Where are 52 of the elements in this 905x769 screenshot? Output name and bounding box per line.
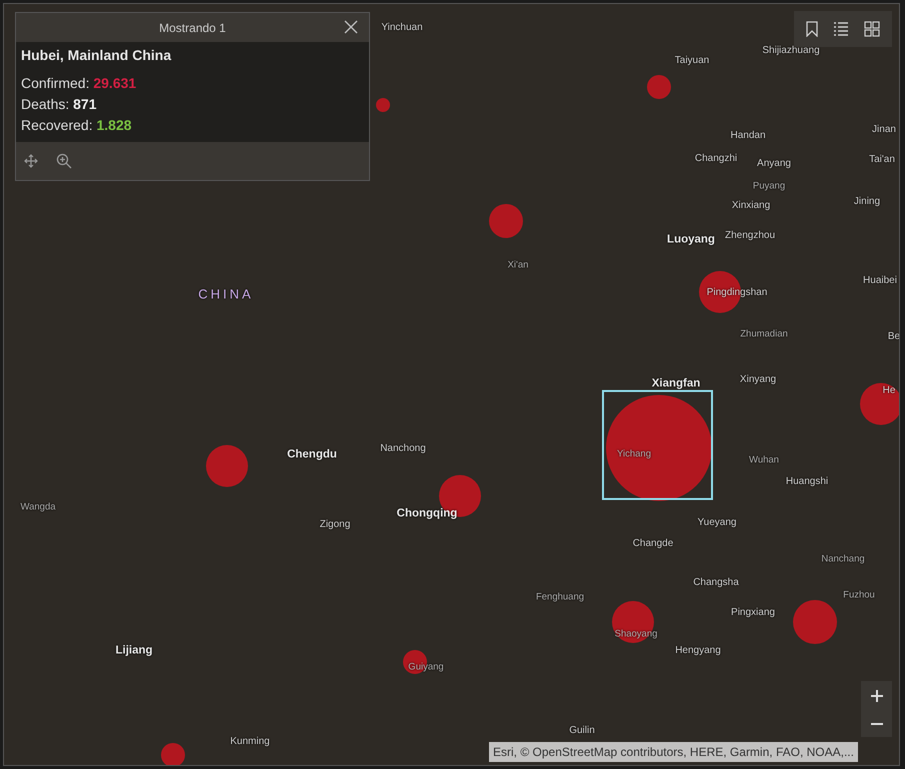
attribution-text: Esri, © OpenStreetMap contributors, HERE, Garmin, FAO, NOAA,... [489, 742, 858, 762]
field-row-text: Deaths: 871 [21, 95, 98, 114]
city-label: Changsha [693, 578, 739, 588]
city-label: Nanchang [821, 554, 865, 564]
bookmark-icon[interactable] [806, 21, 818, 37]
city-label: Xinyang [740, 375, 776, 385]
city-label: Kunming [230, 737, 270, 747]
city-label: Pingxiang [731, 608, 775, 618]
city-label: Zhumadian [740, 329, 788, 339]
field-row-text: Recovered: 1.828 [21, 116, 133, 135]
city-label: Xi'an [508, 260, 528, 270]
city-label: Guilin [569, 726, 595, 736]
city-label: Yueyang [698, 518, 736, 528]
city-label: Chengdu [287, 449, 337, 461]
city-label: Hengyang [675, 646, 721, 656]
map-background[interactable] [3, 3, 900, 766]
city-label: Lijiang [115, 645, 153, 657]
city-label: Yinchuan [381, 23, 423, 33]
city-label: Shijiazhuang [762, 46, 820, 56]
city-label: Huangshi [786, 477, 828, 487]
city-label: Guiyang [408, 662, 444, 672]
city-label: Wangda [20, 502, 56, 512]
zoom-in-icon[interactable] [56, 153, 72, 169]
popup-title: Hubei, Mainland China [21, 46, 172, 65]
country-label: CHINA [198, 288, 254, 300]
city-label: Wuhan [749, 455, 779, 465]
city-label: Zhengzhou [724, 231, 776, 241]
city-label: He [882, 386, 896, 396]
city-label: Luoyang [667, 234, 715, 246]
city-label: Xinxiang [732, 201, 770, 211]
basemap-grid-icon[interactable] [864, 21, 880, 37]
city-label: Fenghuang [536, 592, 584, 602]
city-label: Jinan [872, 125, 896, 135]
city-label: Nanchong [380, 444, 426, 454]
city-label: Yichang [617, 449, 651, 459]
list-icon[interactable] [832, 21, 849, 37]
city-label: Jining [854, 197, 880, 207]
city-label: Puyang [752, 181, 786, 191]
city-label: Fuzhou [843, 590, 875, 600]
city-label: Changzhi [694, 154, 738, 164]
city-label: Changde [632, 539, 674, 549]
city-label: Anyang [757, 159, 791, 169]
city-label: Xiangfan [652, 378, 700, 390]
move-icon[interactable] [24, 154, 38, 168]
city-label: Tai'an [869, 155, 895, 165]
city-label: Zigong [320, 520, 350, 530]
city-label: Handan [730, 131, 766, 141]
field-row-text: Confirmed: 29.631 [21, 74, 138, 93]
plus-icon [870, 690, 882, 702]
city-label: Huaibei [863, 276, 897, 286]
city-label: Taiyuan [674, 56, 710, 66]
popup-header: Mostrando 1 [159, 20, 226, 36]
